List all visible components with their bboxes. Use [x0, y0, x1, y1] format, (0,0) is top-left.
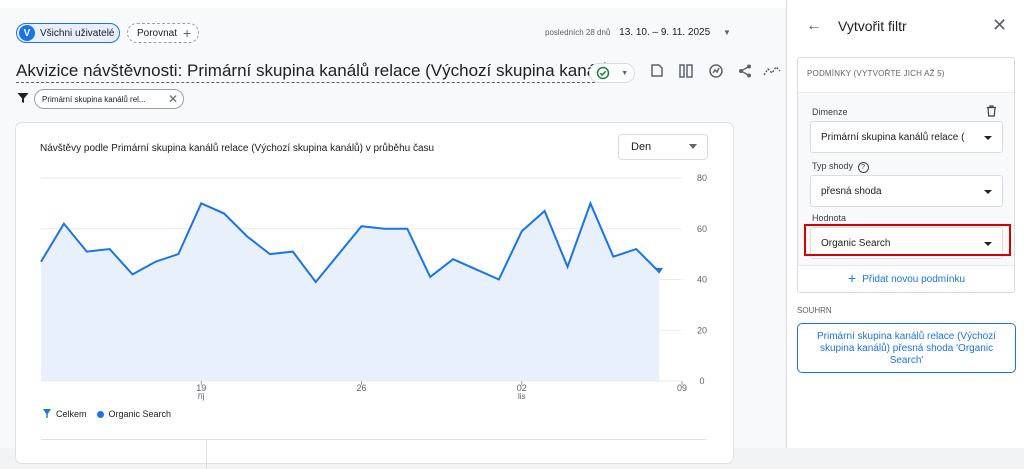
panel-title: Vytvořit filtr — [838, 18, 907, 34]
report-area: V Všichni uživatelé Porovnat + posledníc… — [0, 0, 786, 469]
all-users-avatar: V — [19, 25, 35, 41]
dimension-select[interactable]: Primární skupina kanálů relace ( — [810, 121, 1003, 153]
filter-panel: ← Vytvořit filtr ✕ PODMÍNKY (VYTVOŘTE JI… — [786, 0, 1024, 448]
chart-card: Návštěvy podle Primární skupina kanálů r… — [16, 123, 733, 469]
panel-header: ← Vytvořit filtr ✕ — [787, 0, 1024, 50]
match-type-label: Typ shody ? — [812, 161, 869, 173]
legend-pin-icon — [43, 409, 51, 418]
back-arrow-icon[interactable]: ← — [806, 17, 822, 35]
legend-dot-icon — [96, 410, 104, 418]
table-divider — [41, 439, 706, 440]
compare-view-icon[interactable] — [676, 61, 696, 81]
match-type-select[interactable]: přesná shoda — [810, 175, 1003, 207]
x-tick-sublabel: lis — [518, 392, 526, 401]
all-users-chip[interactable]: V Všichni uživatelé — [16, 23, 120, 43]
summary-label: SOUHRN — [797, 306, 832, 315]
x-tick-label: 26 — [356, 383, 366, 393]
chevron-down-icon: ▼ — [621, 69, 629, 77]
series-area — [41, 203, 660, 381]
status-menu[interactable]: ▼ — [589, 63, 635, 83]
conditions-box: PODMÍNKY (VYTVOŘTE JICH AŽ 5) Dimenze Pr… — [797, 57, 1015, 293]
filter-chip[interactable]: Primární skupina kanálů rel... ✕ — [34, 89, 184, 109]
check-circle-icon — [596, 66, 610, 80]
match-type-value: přesná shoda — [821, 186, 882, 197]
top-strip — [0, 0, 786, 8]
dimension-value: Primární skupina kanálů relace ( — [821, 132, 965, 143]
filter-icon — [17, 91, 29, 109]
edit-icon[interactable] — [647, 61, 667, 81]
dimension-label: Dimenze — [812, 107, 848, 117]
date-range-picker[interactable]: posledních 28 dnů 13. 10. – 9. 11. 2025 … — [545, 27, 731, 38]
close-icon[interactable]: ✕ — [992, 15, 1007, 36]
summary-box: Primární skupina kanálů relace (Výchozí … — [797, 323, 1016, 373]
help-icon[interactable]: ? — [857, 162, 869, 173]
insights-icon[interactable] — [706, 61, 726, 81]
legend-organic: Organic Search — [108, 409, 172, 419]
legend-total: Celkem — [56, 409, 87, 419]
plus-icon: + — [848, 270, 857, 286]
table-column-separator — [206, 439, 207, 469]
add-condition-label: Přidat novou podmínku — [862, 274, 966, 285]
trend-icon[interactable] — [762, 61, 782, 81]
y-tick-label: 80 — [697, 173, 707, 183]
page-title: Akvizice návštěvnosti: Primární skupina … — [16, 61, 616, 83]
line-chart: 02040608019říj26 02lis09 — [40, 173, 707, 401]
match-type-text: Typ shody — [812, 161, 854, 171]
y-tick-label: 40 — [697, 275, 707, 285]
x-tick-label: 09 — [677, 383, 687, 393]
chevron-down-icon: ▼ — [722, 28, 731, 37]
plus-icon: + — [183, 25, 192, 41]
x-tick-sublabel: říj — [198, 392, 205, 401]
compare-label: Porovnat — [137, 27, 178, 39]
all-users-label: Všichni uživatelé — [40, 27, 115, 39]
trash-icon[interactable] — [986, 104, 997, 122]
compare-button[interactable]: Porovnat + — [127, 23, 199, 43]
highlight-box — [804, 224, 1011, 256]
add-condition-button[interactable]: + Přidat novou podmínku — [848, 270, 965, 286]
share-icon[interactable] — [735, 61, 755, 81]
filter-chip-label: Primární skupina kanálů rel... — [42, 94, 146, 104]
y-tick-label: 20 — [697, 325, 707, 335]
chevron-down-icon — [984, 136, 992, 140]
close-icon[interactable]: ✕ — [168, 92, 178, 106]
date-prefix: posledních 28 dnů — [545, 28, 611, 37]
y-tick-label: 60 — [697, 224, 707, 234]
chart-legend: Celkem Organic Search — [42, 408, 171, 420]
value-label: Hodnota — [812, 213, 847, 223]
chevron-down-icon — [984, 190, 992, 194]
y-tick-label: 0 — [699, 376, 704, 386]
conditions-label: PODMÍNKY (VYTVOŘTE JICH AŽ 5) — [807, 69, 945, 78]
date-range: 13. 10. – 9. 11. 2025 — [619, 27, 711, 38]
